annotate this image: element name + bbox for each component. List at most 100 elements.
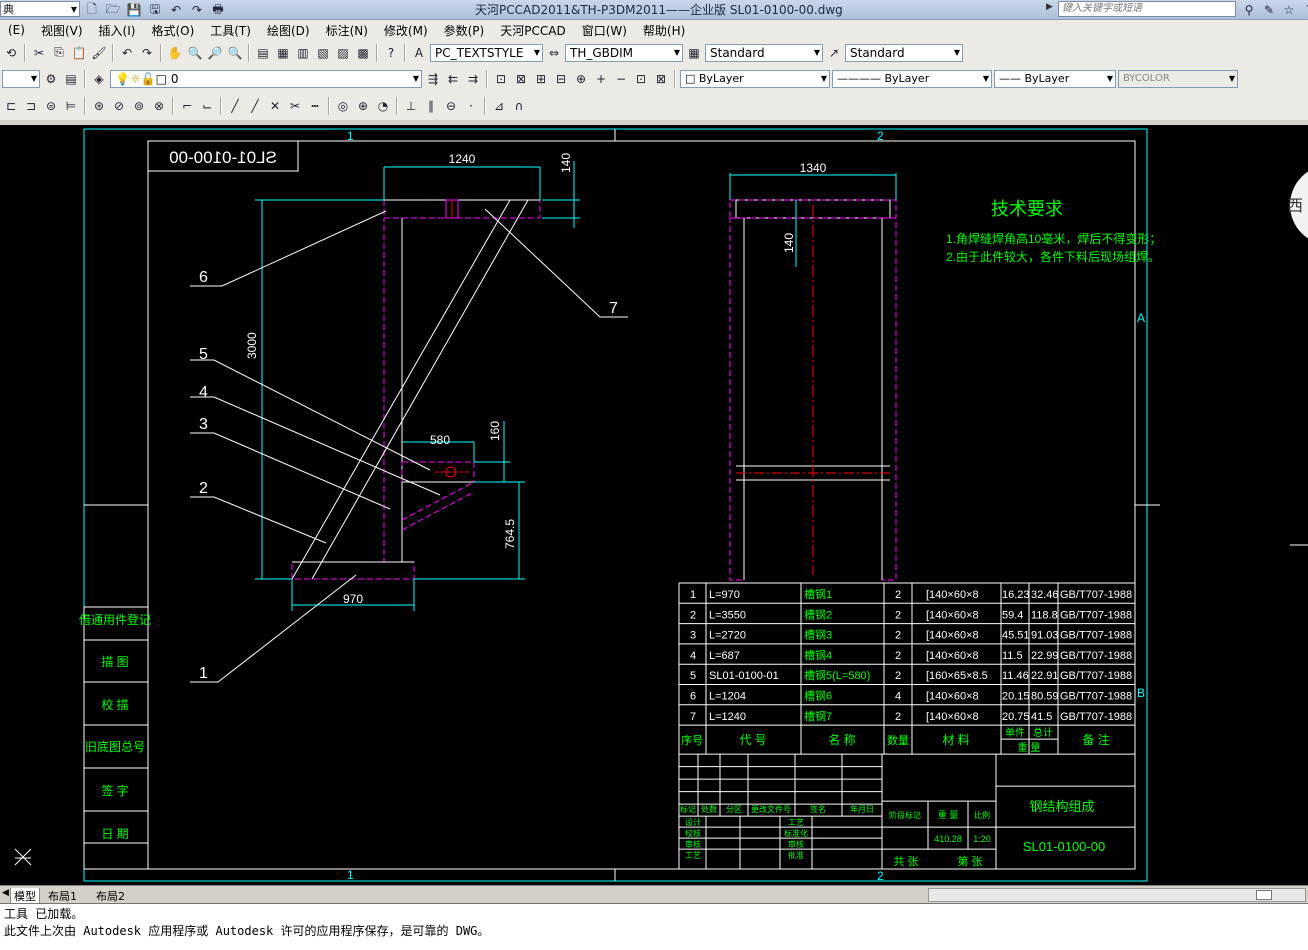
cut-icon[interactable]: ✂ [30, 44, 48, 62]
layer-states-icon[interactable]: ▤ [62, 70, 80, 88]
layer-select[interactable]: 💡 ☼ 🔓 □ 0 [110, 69, 422, 88]
zoom-realtime-icon[interactable]: 🔍 [186, 44, 204, 62]
layer-properties-icon[interactable]: ◈ [90, 70, 108, 88]
rectangle-icon[interactable]: ⌙ [198, 97, 216, 115]
linetype-select[interactable]: ———— ByLayer [832, 69, 992, 88]
plotstyle-select[interactable]: BYCOLOR [1118, 69, 1238, 88]
tab-layout1[interactable]: 布局1 [48, 888, 77, 904]
dim-radius-icon[interactable]: ⊜ [42, 97, 60, 115]
menu-window[interactable]: 窗口(W) [574, 22, 635, 39]
workspace-select[interactable]: 典 ▼ [0, 1, 80, 17]
zoom-extents-icon[interactable]: ⊠ [652, 70, 670, 88]
save-icon[interactable]: 💾 [125, 1, 143, 19]
communication-center-icon[interactable]: ✎ [1260, 1, 1278, 19]
binoculars-icon[interactable]: ⚲ [1240, 1, 1258, 19]
text-style-icon[interactable]: A [410, 44, 428, 62]
menu-insert[interactable]: 插入(I) [91, 22, 144, 39]
menu-modify[interactable]: 修改(M) [376, 22, 436, 39]
undo-icon[interactable]: ↶ [118, 44, 136, 62]
pan-icon[interactable]: ✋ [166, 44, 184, 62]
save-as-icon[interactable]: 🖫 [146, 1, 164, 19]
datum-icon[interactable]: ⊚ [130, 97, 148, 115]
design-center-icon[interactable]: ▦ [274, 44, 292, 62]
drawing-area[interactable]: 1 2 1 2 A B 西 SL01-0100-00 借通用件登记 描 图 校 … [0, 125, 1308, 885]
layer-isolate-icon[interactable]: ⇉ [464, 70, 482, 88]
text-style-select[interactable]: PC_TEXTSTYLE [430, 43, 543, 62]
tab-nav-icon[interactable]: ◀ [2, 888, 9, 898]
new-file-icon[interactable]: 🗋 [83, 1, 101, 19]
ray-icon[interactable]: ╱ [246, 97, 264, 115]
plot-icon[interactable]: 🖶 [209, 1, 227, 19]
menu-format[interactable]: 格式(O) [143, 22, 202, 39]
help-icon[interactable]: ? [1300, 1, 1308, 19]
table-style-select[interactable]: Standard [705, 43, 823, 62]
symbol-icon[interactable]: ⊗ [150, 97, 168, 115]
circle-icon[interactable]: ◎ [334, 97, 352, 115]
make-current-layer-icon[interactable]: ⇶ [424, 70, 442, 88]
expand-arrow-icon[interactable]: ▶ [1046, 2, 1058, 16]
scroll-thumb[interactable] [1256, 890, 1272, 900]
zoom-previous-icon[interactable]: 🔍 [226, 44, 244, 62]
parallel-icon[interactable]: ∥ [422, 97, 440, 115]
match-layer-icon[interactable]: ⟲ [2, 44, 20, 62]
break-icon[interactable]: ┅ [306, 97, 324, 115]
favorites-star-icon[interactable]: ☆ [1280, 1, 1298, 19]
search-input[interactable]: 键入关键字或短语 [1058, 1, 1236, 17]
menu-dimension[interactable]: 标注(N) [318, 22, 376, 39]
xline-icon[interactable]: ✕ [266, 97, 284, 115]
redo-icon[interactable]: ↷ [138, 44, 156, 62]
match-properties-icon[interactable]: 🖌 [90, 44, 108, 62]
menu-help[interactable]: 帮助(H) [635, 22, 693, 39]
point-icon[interactable]: · [462, 97, 480, 115]
menu-parametric[interactable]: 参数(P) [436, 22, 493, 39]
menu-pccad[interactable]: 天河PCCAD [492, 22, 573, 39]
lineweight-select[interactable]: —— ByLayer [994, 69, 1116, 88]
sheet-set-icon[interactable]: ▧ [314, 44, 332, 62]
trim-icon[interactable]: ✂ [286, 97, 304, 115]
zoom-window-icon[interactable]: ⊡ [492, 70, 510, 88]
menu-edit[interactable]: (E) [0, 23, 33, 37]
paste-icon[interactable]: 📋 [70, 44, 88, 62]
zoom-center-icon[interactable]: ⊟ [552, 70, 570, 88]
menu-draw[interactable]: 绘图(D) [259, 22, 318, 39]
redo-icon[interactable]: ↷ [188, 1, 206, 19]
multileader-style-select[interactable]: Standard [845, 43, 963, 62]
table-style-icon[interactable]: ▦ [685, 44, 703, 62]
menu-view[interactable]: 视图(V) [33, 22, 91, 39]
zoom-dynamic-icon[interactable]: ⊠ [512, 70, 530, 88]
dim-style-icon[interactable]: ⇔ [545, 44, 563, 62]
dim-aligned-icon[interactable]: ⊐ [22, 97, 40, 115]
tolerance-icon[interactable]: ⊛ [90, 97, 108, 115]
zoom-window-icon[interactable]: 🔎 [206, 44, 224, 62]
properties-icon[interactable]: ▤ [254, 44, 272, 62]
calculator-icon[interactable]: ▩ [354, 44, 372, 62]
zoom-scale-icon[interactable]: ⊞ [532, 70, 550, 88]
help-icon[interactable]: ? [382, 44, 400, 62]
workspace-mini-select[interactable] [2, 69, 40, 88]
center-mark-icon[interactable]: ⊕ [354, 97, 372, 115]
command-line[interactable]: 工具 已加载。 此文件上次由 Autodesk 应用程序或 Autodesk 许… [0, 903, 1308, 950]
tab-layout2[interactable]: 布局2 [96, 888, 125, 904]
polyline-icon[interactable]: ⌐ [178, 97, 196, 115]
surface-finish-icon[interactable]: ⊘ [110, 97, 128, 115]
horizontal-scrollbar[interactable] [928, 888, 1306, 902]
hatch-icon[interactable]: ⊿ [490, 97, 508, 115]
tool-palettes-icon[interactable]: ▥ [294, 44, 312, 62]
arc-icon[interactable]: ◔ [374, 97, 392, 115]
perpendicular-icon[interactable]: ⊥ [402, 97, 420, 115]
zoom-all-icon[interactable]: ⊡ [632, 70, 650, 88]
dim-baseline-icon[interactable]: ⊨ [62, 97, 80, 115]
layer-previous-icon[interactable]: ⇇ [444, 70, 462, 88]
menu-tools[interactable]: 工具(T) [202, 22, 259, 39]
copy-icon[interactable]: ⎘ [50, 44, 68, 62]
offset-icon[interactable]: ⊖ [442, 97, 460, 115]
magnet-icon[interactable]: ∩ [510, 97, 528, 115]
zoom-out-icon[interactable]: − [612, 70, 630, 88]
layer-settings-icon[interactable]: ⚙ [42, 70, 60, 88]
dim-linear-icon[interactable]: ⊏ [2, 97, 20, 115]
multileader-style-icon[interactable]: ↗ [825, 44, 843, 62]
zoom-object-icon[interactable]: ⊕ [572, 70, 590, 88]
open-file-icon[interactable]: 🗁 [104, 1, 122, 19]
color-select[interactable]: □ ByLayer [680, 69, 830, 88]
undo-icon[interactable]: ↶ [167, 1, 185, 19]
